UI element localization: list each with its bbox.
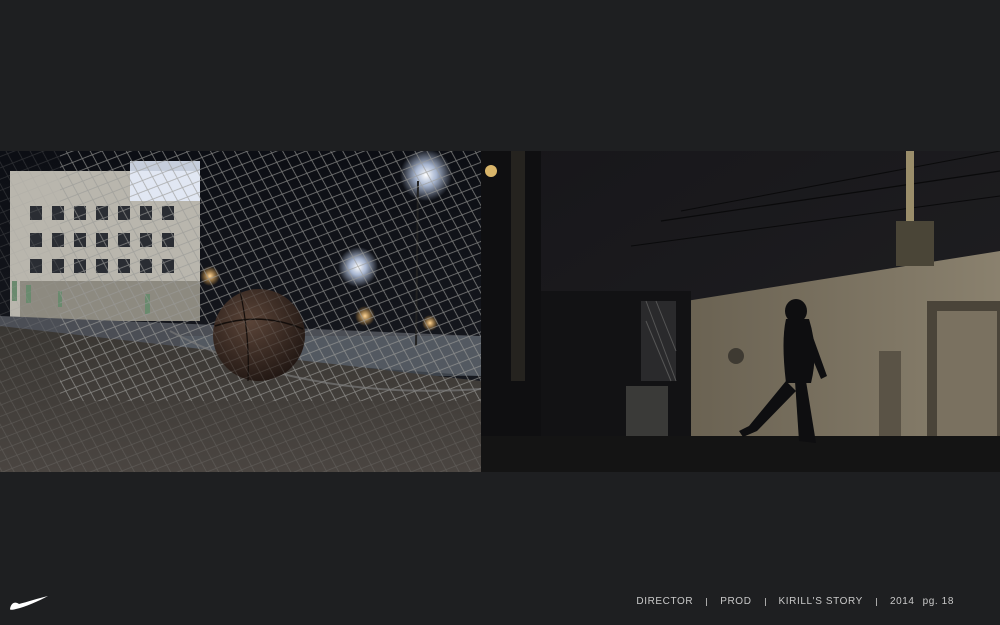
- photo-ball-in-net-image: [0, 151, 481, 472]
- photo-boy-silhouette-image: [481, 151, 1000, 472]
- divider: [706, 597, 708, 606]
- photo-ball-in-net: [0, 151, 481, 472]
- nike-swoosh-icon: [10, 596, 48, 610]
- footer-item-director: DIRECTOR: [636, 596, 694, 607]
- photo-boy-silhouette: [481, 151, 1000, 472]
- footer-item-story: KIRILL'S STORY: [778, 596, 863, 607]
- divider: [764, 597, 766, 606]
- page-number: pg. 18: [922, 596, 954, 607]
- photo-strip: [0, 151, 1000, 472]
- divider: [875, 597, 877, 606]
- footer-item-prod: PROD: [720, 596, 752, 607]
- footer: DIRECTOR PROD KIRILL'S STORY 2014 pg. 18: [0, 581, 1000, 625]
- footer-item-year: 2014: [889, 596, 915, 607]
- footer-nav: DIRECTOR PROD KIRILL'S STORY 2014 pg. 18: [636, 596, 954, 607]
